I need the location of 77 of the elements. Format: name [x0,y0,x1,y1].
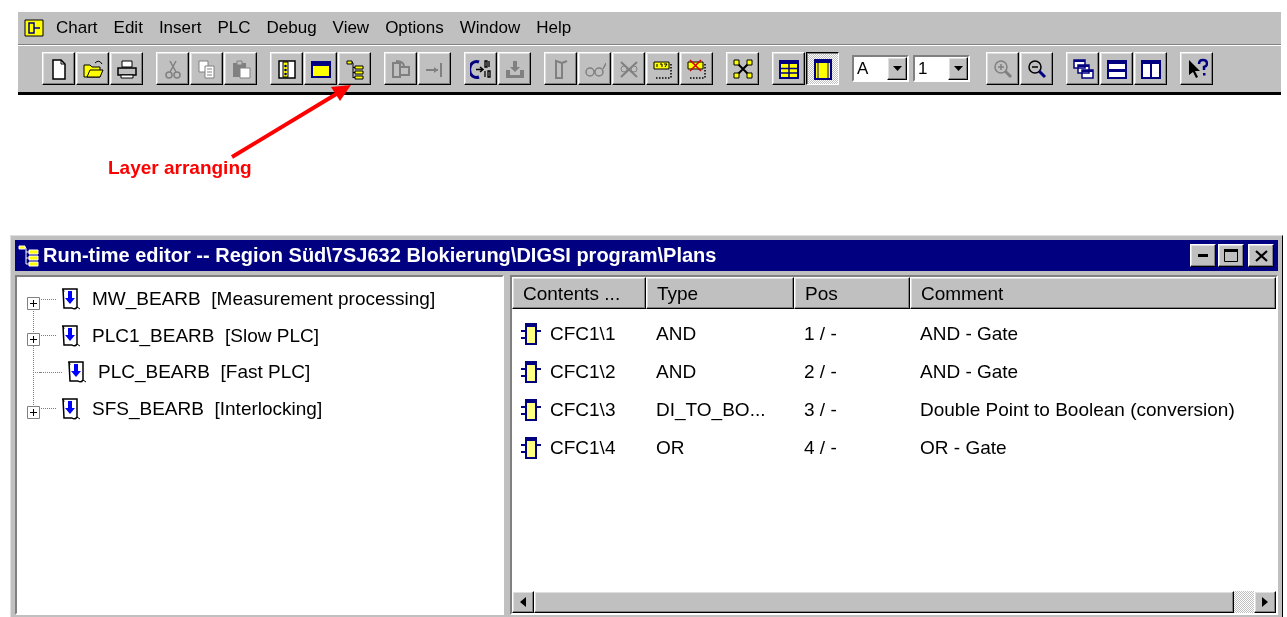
maximize-icon [1224,249,1238,262]
dropdown[interactable]: 1 [913,55,970,82]
tile-horizontal-icon [1105,57,1128,80]
table-cell: 2 / - [804,361,837,383]
zoom-out-icon [1025,57,1048,80]
tree-item[interactable]: PLC1_BEARB [Slow PLC] [92,324,320,347]
column-header[interactable]: Pos [794,277,910,309]
table-cell: 3 / - [804,399,837,421]
expand-icon[interactable] [27,406,40,420]
column-header[interactable]: Comment [910,277,1276,309]
table-cell: CFC1\3 [550,399,616,421]
menu-item[interactable]: Help [528,18,580,38]
copy-icon [195,57,218,80]
caret-icon [892,66,902,71]
document-arrow-icon [66,360,88,385]
table-cell: OR [656,437,685,459]
expand-icon[interactable] [27,333,40,347]
menu-item[interactable]: Window [451,18,529,38]
close-icon [1254,249,1268,262]
tree-icon [343,57,366,80]
menu-item[interactable]: View [324,18,378,38]
table-cell: 4 / - [804,437,837,459]
table-cell: OR - Gate [920,437,1007,459]
app-icon [24,19,44,37]
minimize-icon [1198,254,1208,257]
menu-item[interactable]: Insert [150,18,210,38]
printer-icon [115,57,138,80]
maximize-button[interactable] [1218,244,1244,267]
menu-item[interactable]: Debug [258,18,325,38]
left-arrow-icon [520,597,526,607]
horizontal-scrollbar[interactable] [512,591,1276,613]
menu-item[interactable]: PLC [209,18,259,38]
block-icon [518,435,544,461]
tree-item[interactable]: MW_BEARB [Measurement processing] [92,288,436,311]
menu-item[interactable]: Options [377,18,452,38]
tile-vertical-icon [1139,57,1162,80]
close-button[interactable] [1248,244,1274,267]
table-cell: 1 / - [804,323,837,345]
document-arrow-icon [60,396,82,421]
table-cell: DI_TO_BO... [656,399,766,421]
menu-item[interactable]: Edit [105,18,151,38]
table-cell: CFC1\4 [550,437,616,459]
table-cell: Double Point to Boolean (conversion) [920,399,1235,421]
table-cell: AND [656,361,697,383]
table-cell: CFC1\2 [550,361,616,383]
minimize-button[interactable] [1190,244,1216,267]
sheet-icon [811,57,834,80]
column-header[interactable]: Contents ... [512,277,646,309]
dropdown[interactable]: A [852,55,909,82]
table-cell: CFC1\1 [550,323,616,345]
block-icon [389,57,412,80]
tree-item[interactable]: PLC_BEARB [Fast PLC] [98,361,311,384]
right-arrow-icon [1262,597,1268,607]
block-icon [518,397,544,423]
toolbar-button[interactable] [806,52,839,85]
table-cell: AND - Gate [920,323,1019,345]
block-icon [518,359,544,385]
expand-arrows-icon [731,57,754,80]
tree-icon [18,243,40,268]
block-icon [518,321,544,347]
zoom-in-icon [991,57,1014,80]
table-cell: AND [656,323,697,345]
tree-item[interactable]: SFS_BEARB [Interlocking] [92,397,323,420]
document-arrow-icon [60,323,82,348]
table-cell: AND - Gate [920,361,1019,383]
expand-icon[interactable] [27,296,40,310]
caret-icon [953,66,963,71]
column-header[interactable]: Type [646,277,794,309]
panel-icon [275,57,298,80]
document-arrow-icon [60,287,82,312]
annotation-label: Layer arranging [108,157,252,179]
crossed-tag-icon [685,57,708,80]
binary-icon [469,57,492,80]
menu-item[interactable]: Chart [48,18,106,38]
window-title: Run-time editor -- Region Süd\7SJ632 Blokierung\DIGSI program\Plans [43,244,718,267]
table-icon [777,57,800,80]
cascade-icon [1071,57,1094,80]
